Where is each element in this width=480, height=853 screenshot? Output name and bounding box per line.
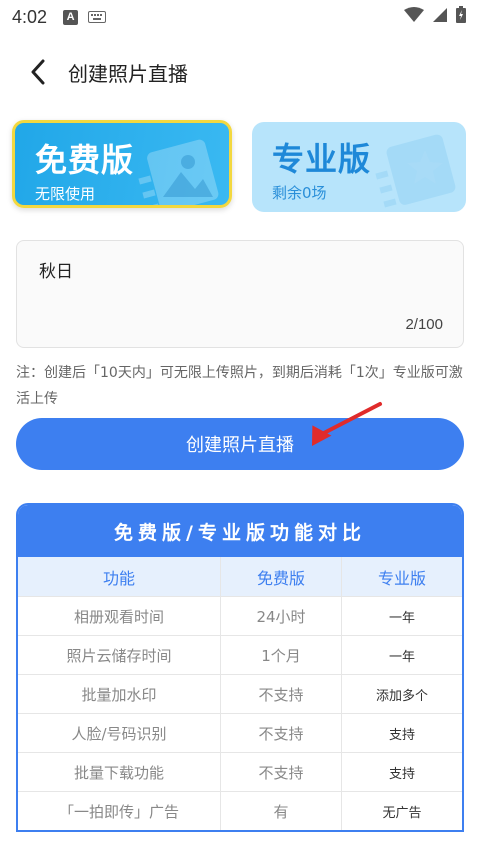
table-cell-feature: 照片云储存时间 <box>18 636 221 674</box>
table-cell-feature: 「一拍即传」广告 <box>18 792 221 830</box>
table-cell-free: 24小时 <box>221 597 342 635</box>
table-row: 照片云储存时间 1个月 一年 <box>18 635 462 674</box>
table-cell-feature: 人脸/号码识别 <box>18 714 221 752</box>
usage-note: 注：创建后「10天内」可无限上传照片，到期后消耗「1次」专业版可激活上传 <box>16 365 463 407</box>
table-cell-pro: 支持 <box>388 727 415 743</box>
photo-ticket-icon <box>138 139 219 205</box>
page-header: 创建照片直播 <box>0 34 480 110</box>
version-cards: 免费版 无限使用 专业版 剩余0场 <box>0 110 480 212</box>
comparison-table: 免费版/专业版功能对比 功能 免费版 专业版 相册观看时间 24小时 一年 照片… <box>16 503 464 832</box>
table-header-feature: 功能 <box>18 557 221 596</box>
table-cell-feature: 批量加水印 <box>18 675 221 713</box>
table-cell-feature: 相册观看时间 <box>18 597 221 635</box>
free-version-card[interactable]: 免费版 无限使用 <box>12 120 232 208</box>
star-ticket-icon <box>375 134 456 208</box>
signal-icon <box>432 7 448 28</box>
table-cell-free: 有 <box>221 792 342 830</box>
char-counter: 2/100 <box>405 316 443 333</box>
table-cell-pro: 一年 <box>388 610 415 626</box>
battery-icon <box>456 6 466 28</box>
table-row: 「一拍即传」广告 有 无广告 <box>18 791 462 830</box>
back-button[interactable] <box>30 57 54 87</box>
keyboard-icon <box>88 11 107 23</box>
status-time: 4:02 <box>12 6 48 27</box>
table-cell-pro: 一年 <box>388 649 415 665</box>
table-row: 批量下载功能 不支持 支持 <box>18 752 462 791</box>
page-title: 创建照片直播 <box>68 61 188 86</box>
pro-version-card[interactable]: 专业版 剩余0场 <box>252 122 466 212</box>
table-row: 相册观看时间 24小时 一年 <box>18 596 462 635</box>
live-name-value: 秋日 <box>39 262 73 282</box>
chevron-left-icon <box>31 59 45 85</box>
create-live-button[interactable]: 创建照片直播 <box>16 418 464 470</box>
table-row: 批量加水印 不支持 添加多个 <box>18 674 462 713</box>
table-header-free: 免费版 <box>221 557 342 596</box>
table-row: 人脸/号码识别 不支持 支持 <box>18 713 462 752</box>
table-cell-pro: 无广告 <box>382 805 422 821</box>
live-name-textarea[interactable]: 秋日 2/100 <box>16 240 464 348</box>
wifi-icon <box>404 6 424 28</box>
table-cell-pro: 添加多个 <box>375 688 428 704</box>
table-cell-pro: 支持 <box>388 766 415 782</box>
status-bar: 4:02 A <box>0 0 480 34</box>
table-cell-free: 不支持 <box>221 714 342 752</box>
table-cell-free: 1个月 <box>221 636 342 674</box>
table-cell-free: 不支持 <box>221 675 342 713</box>
table-header-pro: 专业版 <box>377 568 426 588</box>
comparison-title: 免费版/专业版功能对比 <box>18 505 462 557</box>
notification-a-icon: A <box>63 9 79 25</box>
table-header-row: 功能 免费版 专业版 <box>18 557 462 596</box>
table-cell-free: 不支持 <box>221 753 342 791</box>
table-cell-feature: 批量下载功能 <box>18 753 221 791</box>
